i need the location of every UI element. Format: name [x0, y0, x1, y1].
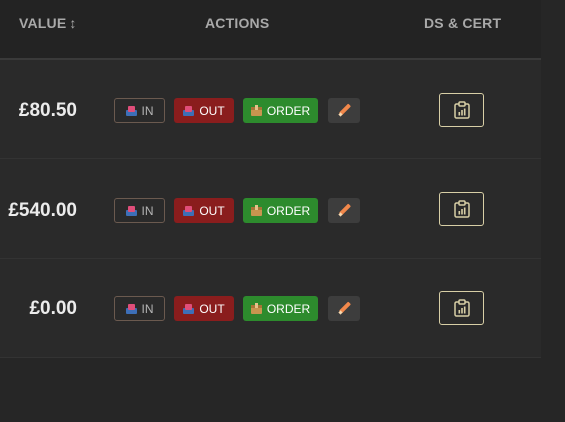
in-button-label: IN	[141, 103, 154, 118]
in-button-label: IN	[141, 203, 154, 218]
row-value: £80.50	[18, 100, 77, 121]
pencil-icon	[337, 203, 351, 217]
clipboard-chart-icon	[453, 200, 470, 218]
order-button[interactable]: ORDER	[243, 98, 318, 123]
inbox-tray-icon	[183, 303, 195, 314]
order-button-label: ORDER	[266, 301, 311, 316]
pencil-icon	[337, 301, 351, 315]
out-button-label: OUT	[199, 203, 225, 218]
out-button[interactable]: OUT	[174, 198, 234, 223]
package-box-icon	[250, 303, 262, 314]
in-button[interactable]: IN	[114, 98, 165, 123]
inbox-tray-icon	[183, 105, 195, 116]
out-button-label: OUT	[199, 301, 225, 316]
stock-table: VALUE ↕ ACTIONS DS & CERT £80.50 IN OUT O…	[0, 0, 541, 358]
edit-button[interactable]	[328, 296, 360, 321]
clipboard-chart-icon	[453, 101, 470, 119]
row-value: £0.00	[29, 298, 77, 319]
table-header: VALUE ↕ ACTIONS DS & CERT	[0, 0, 541, 60]
row-value: £540.00	[8, 200, 77, 221]
in-button[interactable]: IN	[114, 296, 165, 321]
pencil-icon	[337, 103, 351, 117]
table-row: £0.00 IN OUT ORDER	[0, 259, 541, 358]
actions-column-header: ACTIONS	[205, 15, 270, 31]
ds-cert-column-header: DS & CERT	[424, 15, 502, 31]
in-button-label: IN	[141, 301, 154, 316]
ds-cert-button[interactable]	[439, 192, 484, 226]
package-box-icon	[250, 205, 262, 216]
inbox-tray-icon	[183, 205, 195, 216]
value-column-header[interactable]: VALUE ↕	[19, 15, 77, 31]
order-button[interactable]: ORDER	[243, 296, 318, 321]
inbox-tray-icon	[125, 105, 137, 116]
in-button[interactable]: IN	[114, 198, 165, 223]
ds-cert-button[interactable]	[439, 291, 484, 325]
out-button[interactable]: OUT	[174, 98, 234, 123]
out-button-label: OUT	[199, 103, 225, 118]
order-button[interactable]: ORDER	[243, 198, 318, 223]
value-header-label: VALUE	[19, 15, 67, 31]
ds-cert-button[interactable]	[439, 93, 484, 127]
inbox-tray-icon	[125, 205, 137, 216]
sort-icon[interactable]: ↕	[69, 15, 76, 31]
table-row: £80.50 IN OUT ORDER	[0, 60, 541, 159]
inbox-tray-icon	[125, 303, 137, 314]
clipboard-chart-icon	[453, 299, 470, 317]
table-row: £540.00 IN OUT ORDER	[0, 160, 541, 259]
package-box-icon	[250, 105, 262, 116]
order-button-label: ORDER	[266, 103, 311, 118]
edit-button[interactable]	[328, 198, 360, 223]
edit-button[interactable]	[328, 98, 360, 123]
order-button-label: ORDER	[266, 203, 311, 218]
out-button[interactable]: OUT	[174, 296, 234, 321]
